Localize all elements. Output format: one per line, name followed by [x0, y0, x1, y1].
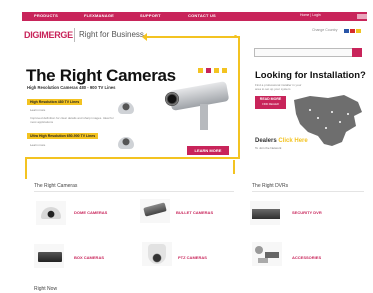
tagline: Right for Business [79, 30, 144, 39]
footer-section-title: Right Now [34, 286, 58, 292]
bullet-cameras-link[interactable]: BULLET CAMERAS [176, 210, 213, 215]
install-title: Looking for Installation? [255, 70, 366, 81]
dvrs-section-title: The Right DVRs [252, 183, 289, 189]
section-divider [34, 191, 234, 192]
slide-dot[interactable] [214, 68, 219, 73]
bullet-camera-image[interactable] [140, 199, 170, 223]
dome-camera-thumbnail[interactable] [118, 137, 134, 149]
hero-title: The Right Cameras [26, 66, 176, 85]
flag-icon[interactable] [350, 29, 355, 33]
read-more-button[interactable]: READ MORE FIND DEALER [255, 96, 286, 109]
accessories-link[interactable]: ACCESSORIES [292, 255, 321, 260]
security-dvr-image[interactable] [250, 201, 280, 225]
yellow-line-down [25, 157, 27, 179]
slide-dot[interactable] [206, 68, 211, 73]
nav-products[interactable]: PRODUCTS [34, 13, 58, 18]
dealers-heading[interactable]: Dealers Click Here [255, 138, 308, 144]
box-camera-image[interactable] [34, 244, 64, 268]
flag-icon[interactable] [356, 29, 361, 33]
nav-support[interactable]: SUPPORT [140, 13, 161, 18]
section-divider [252, 191, 364, 192]
arrow-left-icon [142, 33, 147, 41]
yellow-line-top [145, 36, 240, 38]
security-dvr-link[interactable]: SECURITY DVR [292, 210, 322, 215]
dealers-click-here[interactable]: Click Here [278, 138, 307, 144]
nav-search-box[interactable] [357, 14, 367, 19]
dome-camera-image[interactable] [36, 201, 66, 225]
header-divider [74, 28, 75, 42]
resolution-label-480[interactable]: High Resolution 480 TV Lines [27, 99, 83, 105]
dealers-label: Dealers [255, 138, 277, 144]
learn-more-button[interactable]: LEARN MORE [187, 146, 229, 155]
search-button[interactable] [352, 48, 362, 57]
ptz-cameras-link[interactable]: PTZ CAMERAS [178, 255, 207, 260]
slide-dot[interactable] [198, 68, 203, 73]
yellow-line-bottom [25, 157, 240, 159]
nav-contact-us[interactable]: CONTACT US [188, 13, 216, 18]
north-america-map-icon[interactable] [288, 92, 366, 154]
ptz-camera-image[interactable] [142, 242, 172, 266]
search-input[interactable] [254, 48, 353, 57]
slide-dot[interactable] [222, 68, 227, 73]
logo[interactable]: DIGIMERGE [24, 30, 73, 40]
hero-subtitle: High Resolution Cameras 480 - 900 TV Lin… [27, 85, 116, 90]
accessories-image[interactable] [252, 242, 282, 266]
camera-lens-icon [165, 92, 179, 106]
yellow-dot [234, 35, 237, 38]
change-country-link[interactable]: Change Country [312, 28, 338, 32]
flag-icon[interactable] [344, 29, 349, 33]
dealers-subtitle: To Join the Network [255, 146, 282, 150]
yellow-line-branch [233, 160, 235, 174]
nav-flexmanage[interactable]: FLEXMANAGE [84, 13, 114, 18]
box-cameras-link[interactable]: BOX CAMERAS [74, 255, 104, 260]
learn-more-link[interactable]: Learn more [30, 143, 45, 147]
resolution-label-650[interactable]: Ultra High Resolution 650-900 TV Lines [27, 133, 99, 139]
top-nav-bar: PRODUCTS FLEXMANAGE SUPPORT CONTACT US H… [22, 12, 367, 21]
item-description: Improved definition for clear details an… [30, 116, 114, 124]
camera-mount-icon [200, 104, 208, 130]
yellow-line-vertical [238, 37, 240, 159]
dome-camera-thumbnail[interactable] [118, 102, 134, 114]
nav-utility-links[interactable]: Home | Login [300, 13, 321, 17]
dome-cameras-link[interactable]: DOME CAMERAS [74, 210, 107, 215]
learn-more-link[interactable]: Learn more [30, 108, 45, 112]
cameras-section-title: The Right Cameras [34, 183, 78, 189]
install-description: Find a professional installer in your ar… [255, 83, 302, 91]
read-more-sublabel: FIND DEALER [262, 103, 279, 106]
